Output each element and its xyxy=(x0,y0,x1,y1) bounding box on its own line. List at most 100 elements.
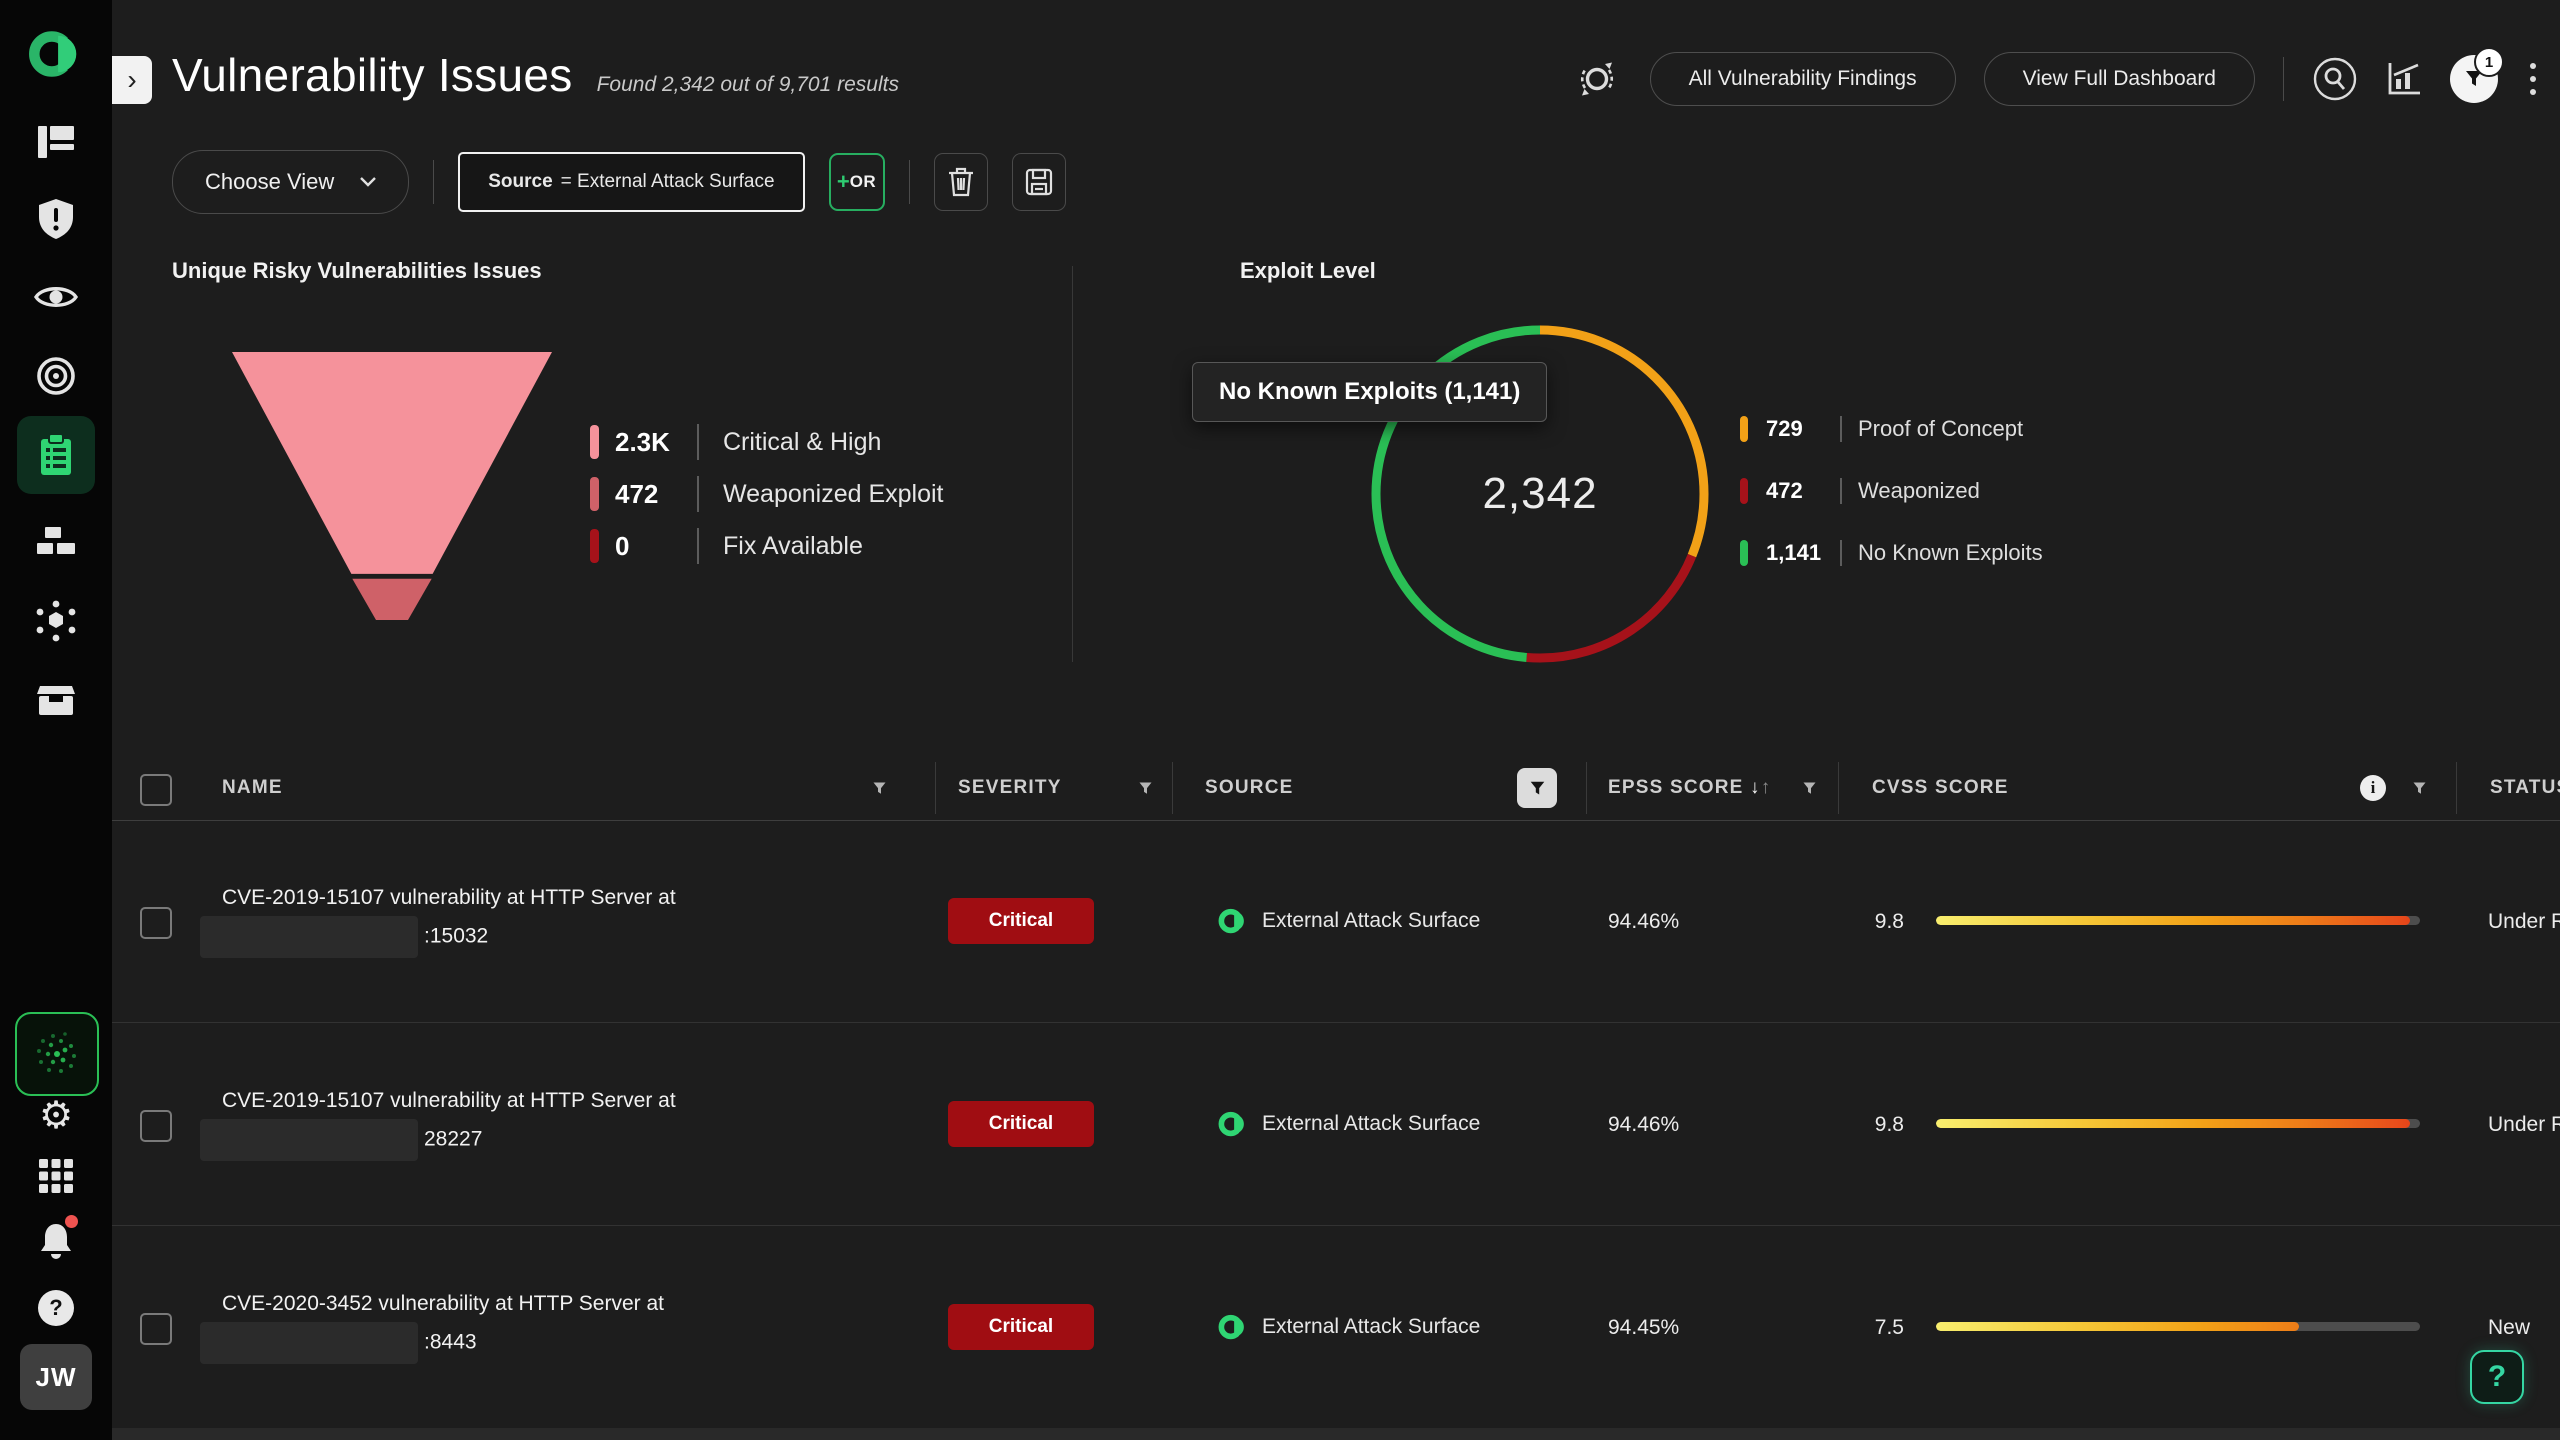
table-row[interactable]: CVE-2020-3452 vulnerability at HTTP Serv… xyxy=(112,1226,2560,1429)
sidebar-item-ai-scan[interactable] xyxy=(15,1012,99,1096)
save-icon xyxy=(1025,168,1053,196)
donut-tooltip: No Known Exploits (1,141) xyxy=(1192,362,1547,422)
sidebar-item-apps[interactable] xyxy=(0,1156,112,1196)
view-full-dashboard-button[interactable]: View Full Dashboard xyxy=(1984,52,2255,106)
more-options-button[interactable] xyxy=(2526,59,2540,99)
refresh-icon[interactable] xyxy=(1572,54,1622,104)
charts-divider xyxy=(1072,266,1073,662)
cycognito-logo-icon xyxy=(28,26,84,82)
funnel-legend: 2.3K Critical & High 472 Weaponized Expl… xyxy=(590,424,944,564)
cvss-score-bar xyxy=(1936,1322,2420,1331)
sidebar-item-help[interactable]: ? xyxy=(0,1288,112,1328)
column-header-cvss[interactable]: CVSS SCORE xyxy=(1872,756,2009,820)
legend-separator xyxy=(697,528,699,564)
column-header-name[interactable]: NAME xyxy=(222,756,283,820)
add-or-filter-button[interactable]: +OR xyxy=(829,153,885,211)
search-icon[interactable] xyxy=(2312,56,2358,102)
sidebar-item-assets[interactable] xyxy=(0,678,112,722)
legend-separator xyxy=(1840,416,1842,442)
filter-toolbar: Choose View Source = External Attack Sur… xyxy=(172,150,1066,214)
help-fab-button[interactable]: ? xyxy=(2470,1350,2524,1404)
severity-badge: Critical xyxy=(948,1101,1094,1147)
sidebar-item-settings[interactable]: ⚙ xyxy=(0,1094,112,1138)
sidebar-item-focus[interactable] xyxy=(0,354,112,398)
page-title: Vulnerability Issues xyxy=(172,48,573,102)
filter-chip-source[interactable]: Source = External Attack Surface xyxy=(458,152,804,212)
row-checkbox[interactable] xyxy=(140,1313,172,1345)
funnel-chart[interactable] xyxy=(232,352,552,620)
select-all-checkbox[interactable] xyxy=(140,774,172,806)
table-row[interactable]: CVE-2019-15107 vulnerability at HTTP Ser… xyxy=(112,1023,2560,1226)
sidebar-expand-button[interactable]: › xyxy=(112,56,152,104)
column-header-severity[interactable]: SEVERITY xyxy=(958,756,1062,820)
toolbar-divider xyxy=(433,160,434,204)
name-line-1: CVE-2019-15107 vulnerability at HTTP Ser… xyxy=(200,1083,676,1119)
row-checkbox[interactable] xyxy=(140,907,172,939)
analytics-icon[interactable] xyxy=(2386,61,2422,97)
toolbar-divider-2 xyxy=(909,160,910,204)
user-avatar[interactable]: JW xyxy=(20,1344,92,1410)
sidebar-item-risk[interactable] xyxy=(0,196,112,242)
severity-badge: Critical xyxy=(948,898,1094,944)
epss-filter-icon[interactable] xyxy=(1802,781,1817,796)
legend-label: Weaponized Exploit xyxy=(723,480,944,509)
sidebar-item-threats[interactable] xyxy=(0,598,112,644)
vulnerability-name[interactable]: CVE-2020-3452 vulnerability at HTTP Serv… xyxy=(200,1286,664,1364)
column-header-status[interactable]: STATUS xyxy=(2490,756,2560,820)
source-filter-active-icon[interactable] xyxy=(1517,768,1557,808)
name-filter-icon[interactable] xyxy=(872,781,887,796)
filter-chip-value: = External Attack Surface xyxy=(561,171,775,193)
legend-item: 472 Weaponized Exploit xyxy=(590,476,944,512)
name-line-1: CVE-2020-3452 vulnerability at HTTP Serv… xyxy=(200,1286,664,1322)
choose-view-dropdown[interactable]: Choose View xyxy=(172,150,409,214)
sidebar-item-visibility[interactable] xyxy=(0,276,112,318)
target-icon xyxy=(35,355,77,397)
global-filter-button[interactable]: 1 xyxy=(2450,55,2498,103)
legend-tick xyxy=(1740,540,1748,566)
legend-value: 0 xyxy=(615,531,697,562)
app-logo[interactable] xyxy=(0,24,112,84)
sidebar-item-dashboard[interactable] xyxy=(0,120,112,164)
horizontal-scrollbar[interactable] xyxy=(112,1428,2560,1440)
column-divider xyxy=(935,762,936,814)
legend-label: Proof of Concept xyxy=(1858,416,2023,442)
donut-chart-title: Exploit Level xyxy=(1240,258,1376,284)
table-row[interactable]: CVE-2019-15107 vulnerability at HTTP Ser… xyxy=(112,820,2560,1023)
sidebar-item-notifications[interactable] xyxy=(0,1218,112,1264)
question-circle-icon: ? xyxy=(38,1290,74,1326)
choose-view-label: Choose View xyxy=(205,169,334,195)
cvss-info-icon[interactable]: i xyxy=(2360,775,2386,801)
name-line-1: CVE-2019-15107 vulnerability at HTTP Ser… xyxy=(200,880,676,916)
legend-item: 729 Proof of Concept xyxy=(1740,416,2043,442)
name-port: 28227 xyxy=(424,1128,482,1151)
page-header: Vulnerability Issues Found 2,342 out of … xyxy=(172,48,899,102)
epss-sort-icon[interactable]: ↓↑ xyxy=(1750,756,1771,820)
sidebar-item-vulnerabilities-active[interactable] xyxy=(0,430,112,480)
filter-chip-field: Source xyxy=(488,171,552,193)
all-vulnerability-findings-button[interactable]: All Vulnerability Findings xyxy=(1650,52,1956,106)
cvss-filter-icon[interactable] xyxy=(2412,781,2427,796)
severity-badge: Critical xyxy=(948,1304,1094,1350)
column-divider xyxy=(1586,762,1587,814)
legend-value: 729 xyxy=(1766,416,1840,442)
sidebar-item-modules[interactable] xyxy=(0,520,112,564)
column-divider xyxy=(1838,762,1839,814)
column-header-epss[interactable]: EPSS SCORE xyxy=(1608,756,1744,820)
row-checkbox[interactable] xyxy=(140,1110,172,1142)
funnel-chart-title: Unique Risky Vulnerabilities Issues xyxy=(172,258,542,284)
vulnerability-name[interactable]: CVE-2019-15107 vulnerability at HTTP Ser… xyxy=(200,1083,676,1161)
filter-count-badge: 1 xyxy=(2474,47,2504,77)
legend-separator xyxy=(1840,540,1842,566)
save-view-button[interactable] xyxy=(1012,153,1066,211)
severity-filter-icon[interactable] xyxy=(1138,781,1153,796)
cvss-score-bar xyxy=(1936,916,2420,925)
legend-item: 472 Weaponized xyxy=(1740,478,2043,504)
delete-filters-button[interactable] xyxy=(934,153,988,211)
redacted-host xyxy=(200,1322,418,1364)
legend-item: 2.3K Critical & High xyxy=(590,424,944,460)
column-header-source[interactable]: SOURCE xyxy=(1205,756,1294,820)
chevron-right-icon: › xyxy=(127,64,136,96)
vulnerability-name[interactable]: CVE-2019-15107 vulnerability at HTTP Ser… xyxy=(200,880,676,958)
legend-tick xyxy=(590,425,599,459)
legend-label: Fix Available xyxy=(723,532,863,561)
